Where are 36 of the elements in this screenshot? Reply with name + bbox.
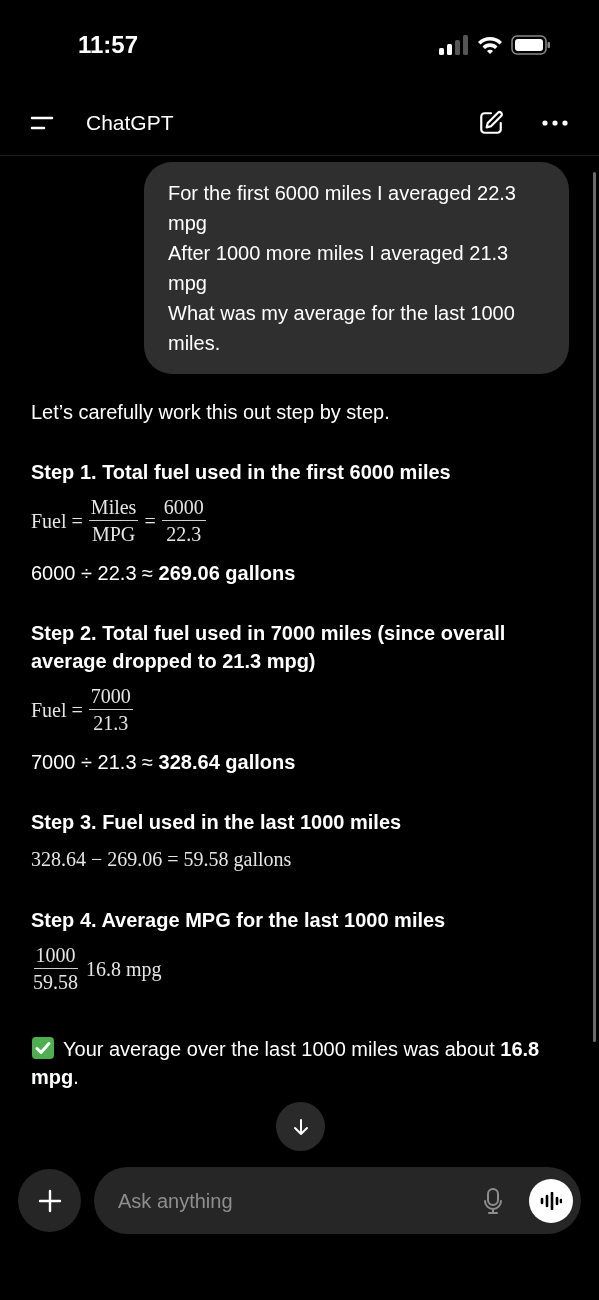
wifi-icon [477,35,503,55]
math-text: 328.64 − 269.06 = 59.58 gallons [31,847,292,873]
math-fraction: 1000 59.58 [32,942,79,995]
response-paragraph: Let’s carefully work this out step by step. [31,400,391,425]
math-fraction: 7000 21.3 [88,683,133,736]
step-heading: Step 3. Fuel used in the last 1000 miles [31,810,403,835]
math-fraction: 6000 22.3 [161,494,206,547]
waveform-icon [540,1191,562,1210]
response-paragraph: Your average over the last 1000 miles was about 16.8 mpg. [31,1035,541,1090]
message-input[interactable]: Ask anything [94,1167,581,1234]
response-paragraph: 6000 ÷ 22.3 ≈ 269.06 gallons [31,561,297,586]
step-heading: Step 1. Total fuel used in the first 6000 miles [31,460,452,485]
check-mark-icon [31,1036,55,1060]
microphone-icon[interactable] [483,1186,503,1215]
status-time: 11:57 [78,30,139,60]
response-paragraph: 7000 ÷ 21.3 ≈ 328.64 gallons [31,750,297,775]
math-fraction: Miles MPG [88,494,139,547]
user-message-line: For the first 6000 miles I averaged 22.3 mpg [168,181,517,236]
math-text: Fuel = [31,697,83,723]
app-title: ChatGPT [86,109,174,136]
edit-icon [478,109,504,136]
math-text: 16.8 mpg [86,956,162,983]
math-text: Fuel = [31,508,83,534]
input-field[interactable]: Ask anything [118,1185,483,1216]
menu-icon [30,114,54,131]
step-heading: Step 2. Total fuel used in 7000 miles (since overall average dropped to 21.3 mpg) [31,621,507,674]
battery-icon [511,35,551,55]
plus-icon [37,1188,62,1213]
more-icon [542,119,568,126]
scroll-down-button[interactable] [276,1102,325,1151]
math-text: = [144,508,156,534]
signal-icon [439,35,469,55]
user-message-line: After 1000 more miles I averaged 21.3 mpg [168,241,510,296]
step-heading: Step 4. Average MPG for the last 1000 miles [31,908,447,933]
user-message-line: What was my average for the last 1000 miles. [168,301,516,356]
voice-button[interactable] [529,1178,573,1223]
